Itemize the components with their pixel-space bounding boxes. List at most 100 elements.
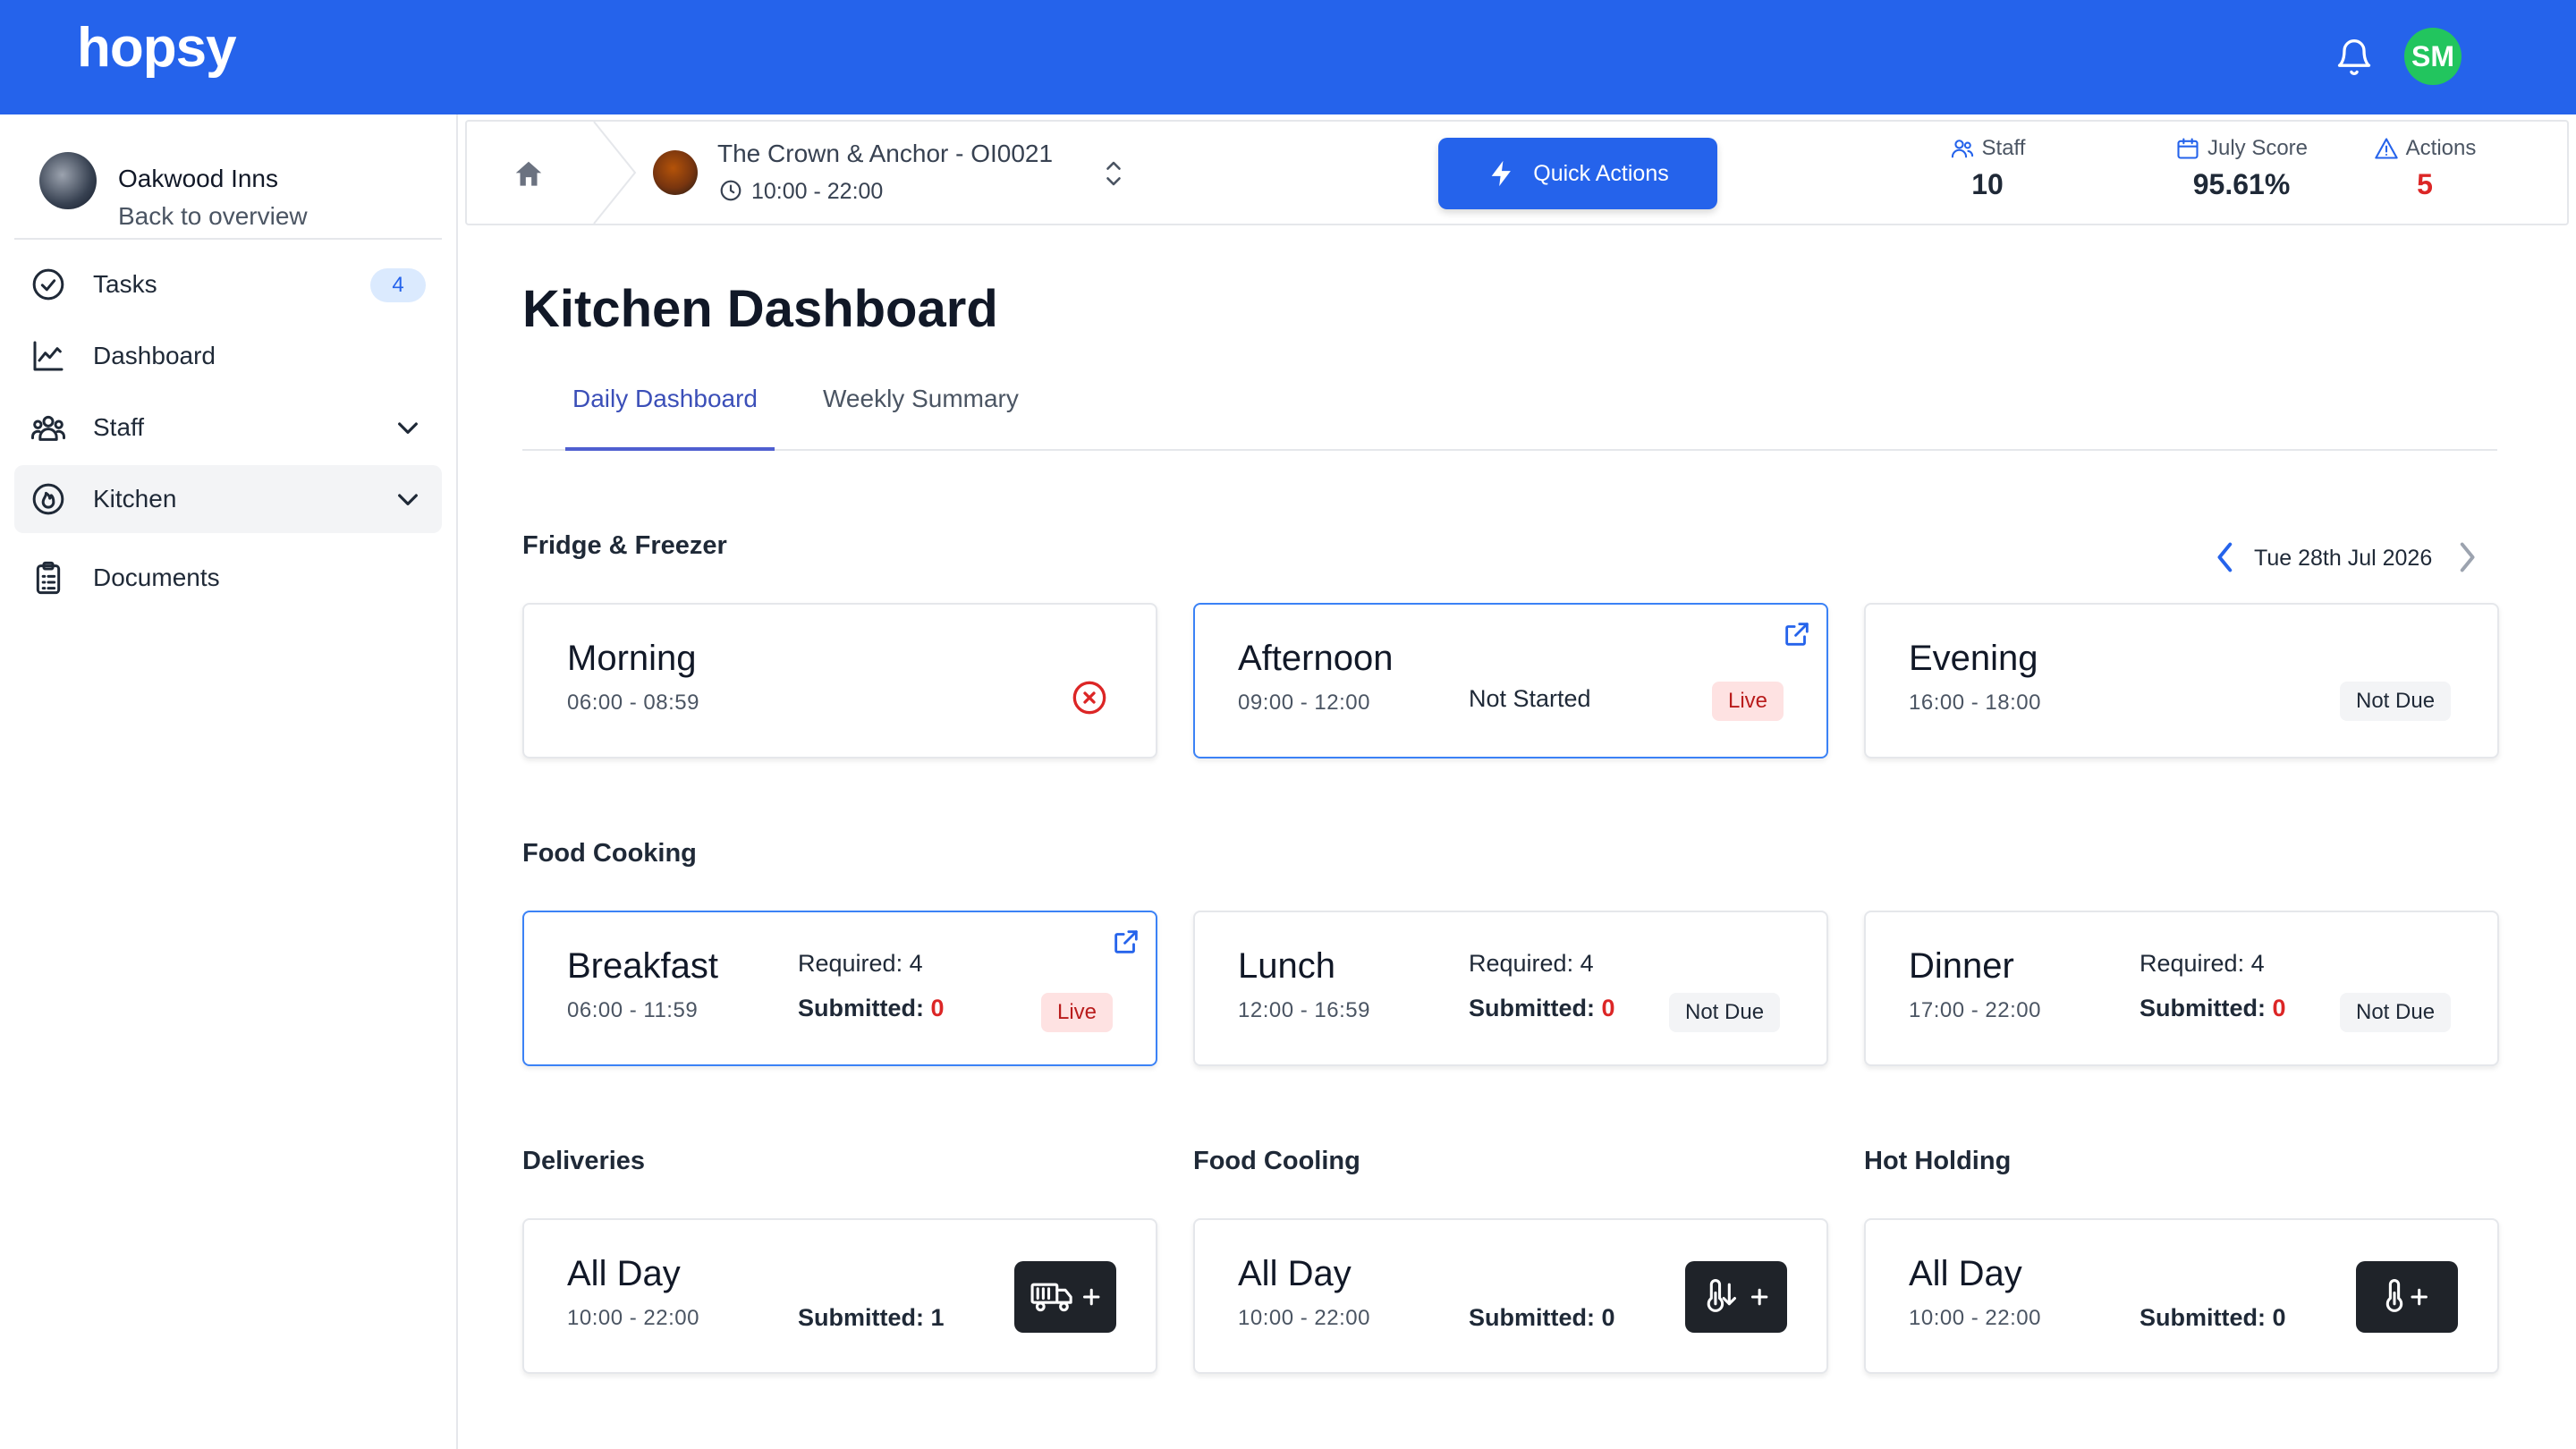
org-name: Oakwood Inns <box>118 165 278 192</box>
sidebar-item-label: Kitchen <box>93 485 177 513</box>
flame-icon <box>32 483 64 515</box>
card-title: All Day <box>1238 1254 1352 1293</box>
top-bar: hopsy SM <box>0 0 2576 114</box>
site-opening-hours: 10:00 - 22:00 <box>751 179 884 204</box>
deliveries-card[interactable]: All Day 10:00 - 22:00 Submitted: 1 <box>522 1218 1157 1374</box>
thermometer-plus-icon <box>2385 1279 2428 1312</box>
site-name[interactable]: The Crown & Anchor - OI0021 <box>717 140 1053 168</box>
chevron-down-icon[interactable] <box>394 485 422 513</box>
sidebar-item-label: Dashboard <box>93 342 216 369</box>
dashboard-tabs: Daily Dashboard Weekly Summary <box>522 376 2497 451</box>
july-score-stat[interactable]: July Score 95.61% <box>2152 136 2331 201</box>
required-count: Required: 4 <box>2140 950 2265 977</box>
external-link-icon[interactable] <box>1782 619 1812 649</box>
truck-plus-icon <box>1030 1283 1100 1312</box>
section-title-deliveries: Deliveries <box>522 1147 646 1175</box>
card-title: All Day <box>1909 1254 2022 1293</box>
food-cooling-card[interactable]: All Day 10:00 - 22:00 Submitted: 0 <box>1193 1218 1828 1374</box>
lightning-icon <box>1491 160 1512 187</box>
stat-label: July Score <box>2207 136 2309 160</box>
sidebar-item-documents[interactable]: Documents <box>14 544 442 612</box>
card-title: Lunch <box>1238 946 1335 986</box>
actions-stat[interactable]: Actions 5 <box>2349 136 2501 201</box>
card-time: 06:00 - 08:59 <box>567 691 699 715</box>
hot-holding-card[interactable]: All Day 10:00 - 22:00 Submitted: 0 <box>1864 1218 2499 1374</box>
add-hot-holding-button[interactable] <box>2356 1261 2458 1333</box>
user-avatar[interactable]: SM <box>2404 28 2462 85</box>
stat-label: Staff <box>1981 136 2026 160</box>
sidebar-item-kitchen[interactable]: Kitchen <box>14 465 442 533</box>
fridge-card-morning[interactable]: Morning 06:00 - 08:59 <box>522 603 1157 758</box>
selected-date: Tue 28th Jul 2026 <box>2254 546 2433 571</box>
warning-triangle-icon <box>2374 138 2398 159</box>
chevron-up-down-icon[interactable] <box>1102 157 1125 190</box>
clipboard-icon <box>36 561 61 595</box>
app-logo[interactable]: hopsy <box>77 16 237 80</box>
sidebar-item-dashboard[interactable]: Dashboard <box>14 322 442 390</box>
calendar-icon <box>2177 138 2199 159</box>
fridge-card-afternoon[interactable]: Afternoon 09:00 - 12:00 Not Started Live <box>1193 603 1828 758</box>
status-badge: Live <box>1712 682 1784 721</box>
sidebar-item-label: Tasks <box>93 270 157 298</box>
sidebar-item-tasks[interactable]: Tasks 4 <box>14 250 442 318</box>
breadcrumb-separator <box>593 122 637 224</box>
tab-daily-dashboard[interactable]: Daily Dashboard <box>572 385 758 413</box>
card-status-text: Not Started <box>1469 685 1591 712</box>
status-badge: Live <box>1041 993 1114 1032</box>
thermometer-down-plus-icon <box>1707 1279 1768 1312</box>
status-badge: Not Due <box>2340 682 2452 721</box>
chevron-left-icon[interactable] <box>2211 538 2240 576</box>
active-tab-indicator <box>565 447 775 451</box>
add-delivery-button[interactable] <box>1014 1261 1116 1333</box>
section-title-fridge-freezer: Fridge & Freezer <box>522 531 727 560</box>
cooking-card-lunch[interactable]: Lunch 12:00 - 16:59 Required: 4 Submitte… <box>1193 911 1828 1066</box>
chevron-down-icon[interactable] <box>394 413 422 442</box>
stat-label: Actions <box>2405 136 2477 160</box>
quick-actions-label: Quick Actions <box>1533 160 1669 186</box>
card-time: 17:00 - 22:00 <box>1909 998 2041 1022</box>
tab-weekly-summary[interactable]: Weekly Summary <box>823 385 1019 413</box>
submitted-count: Submitted: 0 <box>2140 1304 2286 1331</box>
add-cooling-record-button[interactable] <box>1685 1261 1787 1333</box>
clock-icon <box>720 180 741 201</box>
card-title: All Day <box>567 1254 681 1293</box>
required-count: Required: 4 <box>798 950 923 977</box>
fridge-card-evening[interactable]: Evening 16:00 - 18:00 Not Due <box>1864 603 2499 758</box>
org-avatar <box>39 152 97 209</box>
check-circle-icon <box>32 268 64 301</box>
card-title: Afternoon <box>1238 639 1394 678</box>
org-switcher[interactable]: Oakwood Inns Back to overview <box>14 132 442 240</box>
submitted-count: Submitted: 0 <box>1469 1304 1615 1331</box>
x-circle-icon <box>1072 681 1106 715</box>
back-to-overview-link[interactable]: Back to overview <box>118 202 308 231</box>
stat-value: 10 <box>1971 168 2004 200</box>
card-title: Morning <box>567 639 697 678</box>
chevron-right-icon[interactable] <box>2453 538 2481 576</box>
card-time: 12:00 - 16:59 <box>1238 998 1370 1022</box>
external-link-icon[interactable] <box>1111 927 1141 957</box>
cooking-card-dinner[interactable]: Dinner 17:00 - 22:00 Required: 4 Submitt… <box>1864 911 2499 1066</box>
card-title: Dinner <box>1909 946 2014 986</box>
section-title-hot-holding: Hot Holding <box>1864 1147 2012 1175</box>
staff-stat[interactable]: Staff 10 <box>1934 136 2041 201</box>
sidebar-item-staff[interactable]: Staff <box>14 394 442 462</box>
page-title: Kitchen Dashboard <box>522 280 998 338</box>
chart-line-icon <box>33 341 64 371</box>
card-time: 10:00 - 22:00 <box>567 1306 699 1330</box>
card-time: 16:00 - 18:00 <box>1909 691 2041 715</box>
quick-actions-button[interactable]: Quick Actions <box>1438 138 1717 209</box>
sidebar-item-label: Staff <box>93 413 145 441</box>
site-avatar <box>653 150 698 195</box>
card-time: 10:00 - 22:00 <box>1909 1306 2041 1330</box>
site-header-bar: The Crown & Anchor - OI0021 10:00 - 22:0… <box>465 120 2569 225</box>
card-time: 09:00 - 12:00 <box>1238 691 1370 715</box>
sidebar: Oakwood Inns Back to overview Tasks 4 Da… <box>0 114 458 1449</box>
card-time: 10:00 - 22:00 <box>1238 1306 1370 1330</box>
status-badge: Not Due <box>1669 993 1781 1032</box>
submitted-count: Submitted: 0 <box>1469 995 1615 1021</box>
home-icon[interactable] <box>512 157 546 191</box>
bell-icon[interactable] <box>2334 36 2374 79</box>
sidebar-item-label: Documents <box>93 564 220 591</box>
section-title-food-cooling: Food Cooling <box>1193 1147 1360 1175</box>
cooking-card-breakfast[interactable]: Breakfast 06:00 - 11:59 Required: 4 Subm… <box>522 911 1157 1066</box>
